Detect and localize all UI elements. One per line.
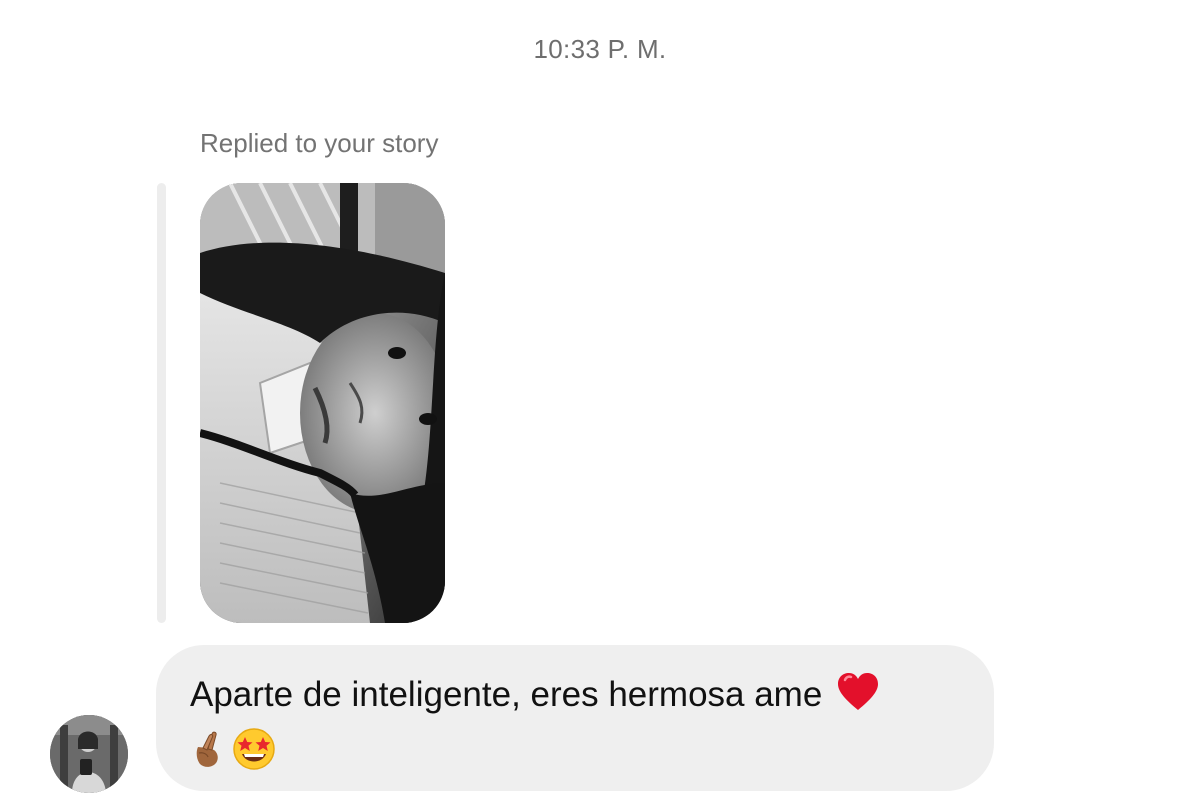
story-photo-icon — [200, 183, 445, 623]
message-text: Aparte de inteligente, eres hermosa ame — [190, 675, 823, 714]
red-heart-icon — [836, 672, 880, 725]
sender-avatar[interactable] — [50, 715, 128, 793]
star-struck-face-icon — [232, 727, 276, 771]
crossed-fingers-hand-icon — [190, 729, 224, 769]
reply-indicator-bar — [157, 183, 166, 623]
story-thumbnail[interactable] — [200, 183, 445, 623]
reply-context-label: Replied to your story — [200, 128, 439, 158]
message-timestamp: 10:33 P. M. — [533, 34, 667, 64]
profile-photo-icon — [50, 715, 128, 793]
message-bubble[interactable]: Aparte de inteligente, eres hermosa ame — [156, 645, 994, 791]
